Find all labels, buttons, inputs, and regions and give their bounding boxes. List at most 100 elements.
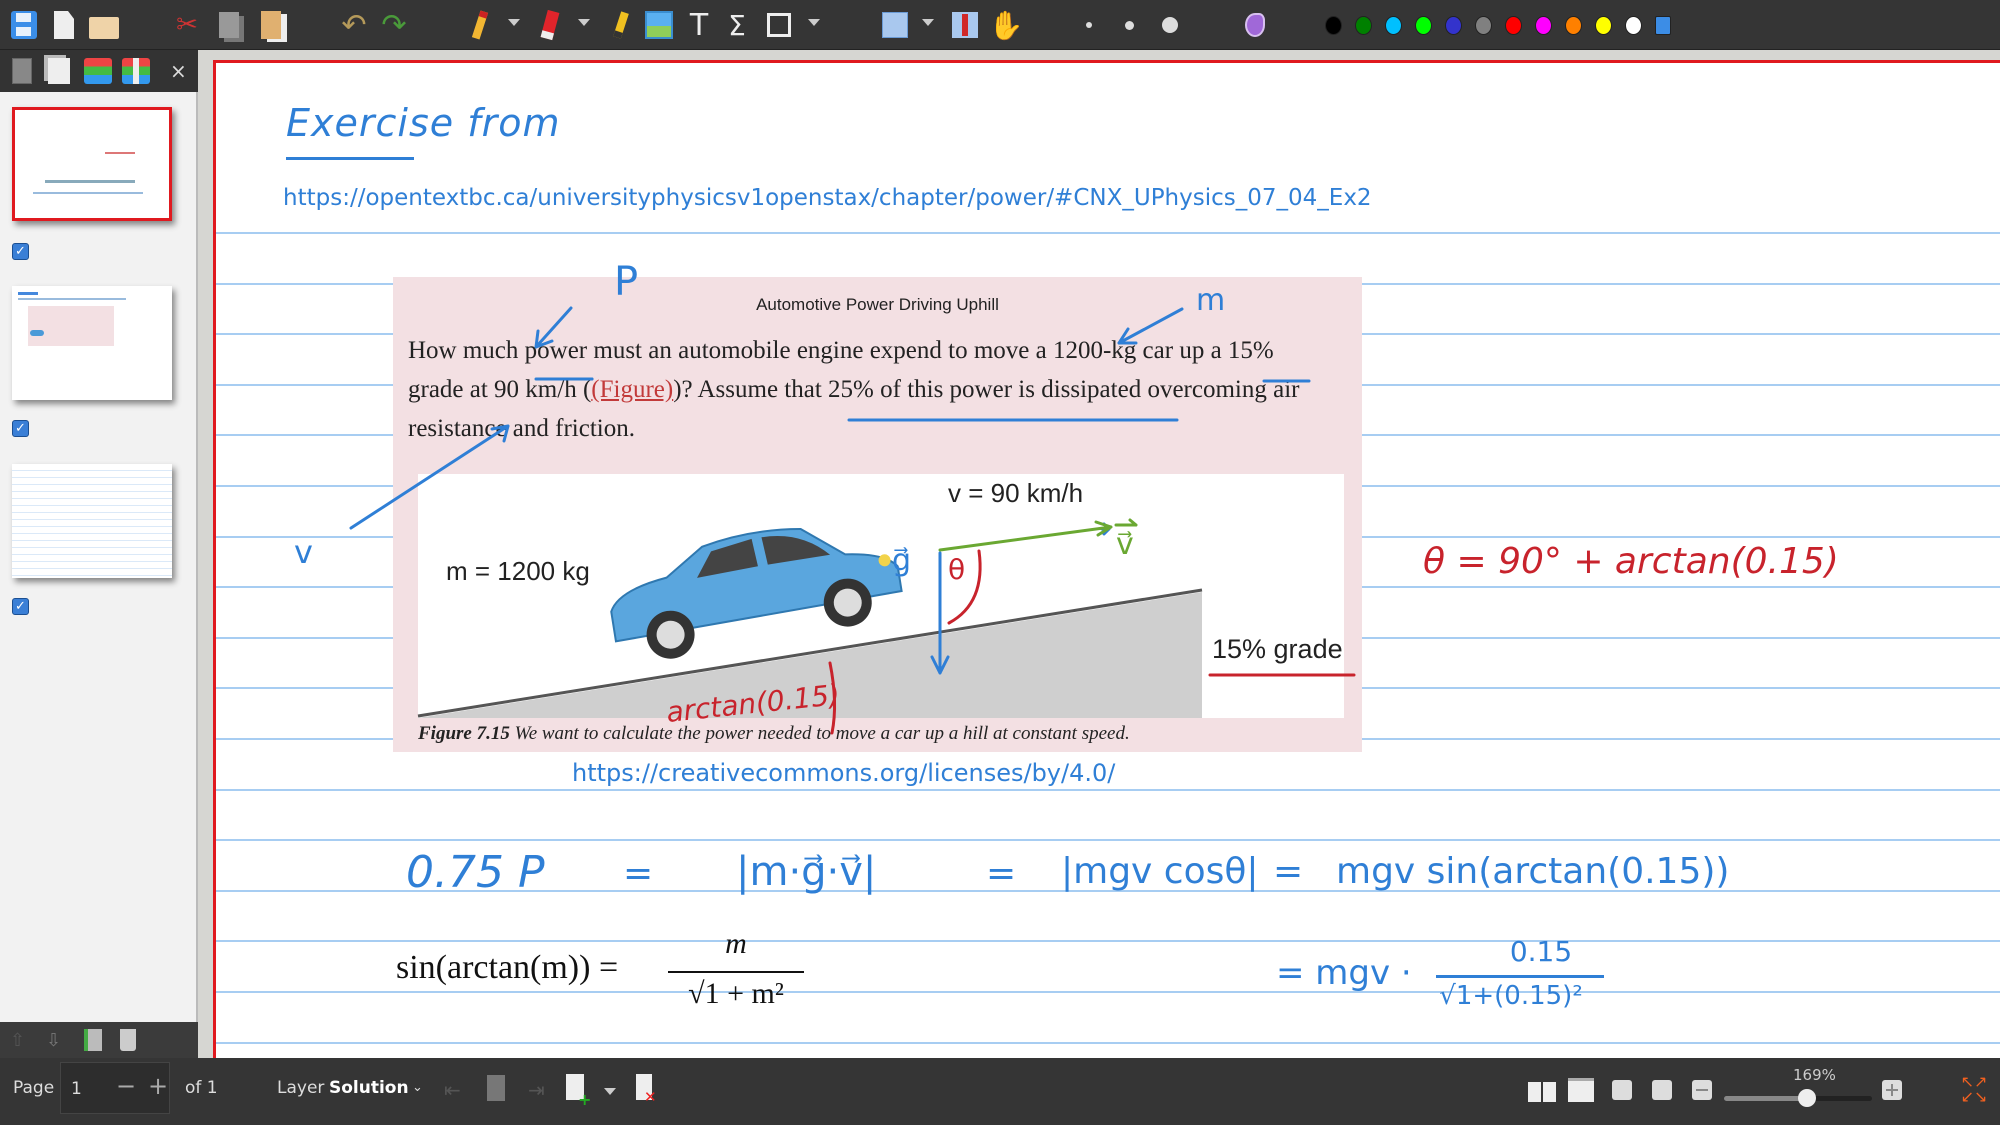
gravity-arrow — [930, 551, 950, 675]
eraser-icon[interactable] — [538, 8, 562, 42]
sidebar-tabs: × — [0, 50, 198, 92]
power-arrow — [534, 306, 573, 349]
hand-icon[interactable]: ✋ — [989, 8, 1024, 42]
move-page-up-icon[interactable]: ⇧ — [10, 1030, 25, 1051]
color-swatch-9[interactable] — [1595, 16, 1612, 35]
fill-icon[interactable] — [1240, 8, 1270, 42]
pen-icon[interactable] — [468, 8, 492, 42]
identity-denominator: √1 + m² — [688, 977, 784, 1010]
pen-size-fine-icon[interactable] — [1086, 22, 1092, 28]
layer-label: Layer — [277, 1078, 325, 1098]
page-thumbnail-1[interactable] — [12, 107, 172, 221]
page-increment-button[interactable]: + — [148, 1072, 168, 1100]
page-width-icon[interactable] — [1612, 1080, 1632, 1100]
eq3-prefix: = mgv · — [1276, 953, 1412, 993]
color-swatch-1[interactable] — [1355, 16, 1372, 35]
layer-first-icon[interactable]: ⇤ — [444, 1078, 466, 1102]
page-2-checkbox[interactable]: ✓ — [12, 420, 29, 437]
copy-icon[interactable] — [214, 8, 244, 42]
new-document-icon[interactable] — [52, 8, 76, 42]
redo-icon[interactable]: ↷ — [376, 8, 412, 43]
highlighter-icon[interactable] — [610, 8, 632, 42]
layer-select[interactable]: Solution — [329, 1078, 409, 1098]
theta-annotation: θ — [948, 553, 966, 586]
page-thumbnail-3[interactable] — [12, 464, 172, 578]
math-icon[interactable]: Σ — [722, 8, 752, 42]
layer-add-icon[interactable] — [122, 58, 150, 84]
duplicate-page-icon[interactable] — [84, 1029, 102, 1051]
color-swatch-5[interactable] — [1475, 16, 1492, 35]
eq1-equals-1: = — [623, 853, 654, 894]
shape-icon[interactable] — [764, 8, 794, 42]
pen-dropdown-icon[interactable] — [508, 19, 520, 26]
add-layer-icon[interactable]: + — [566, 1074, 591, 1109]
zoom-slider[interactable] — [1724, 1089, 1872, 1107]
color-swatch-11[interactable] — [1655, 16, 1671, 35]
page-decrement-button[interactable]: − — [116, 1072, 136, 1100]
mass-arrow — [1117, 307, 1184, 345]
eq1-lhs: 0.75 P — [406, 847, 545, 898]
notebook-page[interactable]: Exercise from https://opentextbc.ca/univ… — [213, 60, 2000, 1060]
cut-icon[interactable]: ✂ — [172, 8, 202, 42]
fit-page-icon[interactable] — [1652, 1080, 1672, 1100]
sidebar-actions: ⇧ ⇩ — [0, 1022, 198, 1058]
zoom-in-button[interactable] — [1882, 1080, 1902, 1100]
layer-dropdown-icon[interactable]: ⌄ — [412, 1080, 423, 1095]
zoom-slider-fill — [1724, 1096, 1807, 1101]
v-arrow-label — [1114, 518, 1138, 527]
shape-dropdown-icon[interactable] — [808, 19, 820, 26]
pages-icon[interactable] — [48, 58, 70, 84]
color-swatch-4[interactable] — [1445, 16, 1462, 35]
add-layer-dropdown-icon[interactable] — [604, 1088, 616, 1095]
select-dropdown-icon[interactable] — [922, 19, 934, 26]
select-rect-icon[interactable] — [880, 8, 910, 42]
text-icon[interactable]: T — [684, 8, 714, 43]
eq1-cos-form: |mgv cosθ| — [1061, 851, 1259, 892]
zoom-level-label: 169% — [1793, 1066, 1836, 1084]
delete-layer-icon[interactable]: ✕ — [636, 1074, 657, 1106]
zoom-out-button[interactable] — [1692, 1080, 1712, 1100]
open-folder-icon[interactable] — [88, 8, 120, 42]
fullscreen-icon[interactable]: ↖↗ ↙↘ — [1958, 1074, 1990, 1106]
page-3-checkbox[interactable]: ✓ — [12, 598, 29, 615]
move-page-down-icon[interactable]: ⇩ — [46, 1030, 61, 1051]
status-bar: Page 1 − + of 1 Layer Solution ⌄ ⇤ ⇥ + ✕… — [0, 1058, 2000, 1125]
color-swatch-7[interactable] — [1535, 16, 1552, 35]
pen-size-thick-icon[interactable] — [1162, 17, 1178, 33]
vertical-space-icon[interactable] — [950, 8, 980, 42]
color-swatch-6[interactable] — [1505, 16, 1522, 35]
eraser-dropdown-icon[interactable] — [578, 19, 590, 26]
eq3-numerator: 0.15 — [1509, 935, 1573, 968]
velocity-vector — [938, 520, 1113, 552]
image-icon[interactable] — [644, 8, 674, 42]
close-sidebar-icon[interactable]: × — [170, 59, 187, 83]
g-vector-annotation: g⃗ — [892, 543, 912, 578]
eq1-dot-product: |m·g⃗·v⃗| — [736, 849, 877, 895]
zoom-slider-thumb[interactable] — [1797, 1089, 1816, 1107]
page-preview-icon[interactable] — [12, 58, 32, 84]
v-vector-annotation: v⃗ — [1116, 527, 1134, 562]
eq1-equals-3: = — [1273, 851, 1304, 892]
paste-icon[interactable] — [256, 8, 286, 42]
color-swatch-10[interactable] — [1625, 16, 1642, 35]
delete-page-icon[interactable] — [120, 1029, 136, 1051]
color-swatch-0[interactable] — [1325, 16, 1342, 35]
layers-icon[interactable] — [84, 58, 112, 84]
presentation-view-icon[interactable] — [1568, 1078, 1594, 1102]
color-swatch-2[interactable] — [1385, 16, 1402, 35]
undo-icon[interactable]: ↶ — [336, 8, 372, 43]
pen-size-medium-icon[interactable] — [1125, 21, 1134, 30]
layer-visibility-icon[interactable] — [487, 1075, 505, 1101]
identity-numerator: m — [725, 927, 747, 960]
two-page-view-icon[interactable] — [1528, 1082, 1556, 1102]
identity-fraction-bar — [668, 971, 804, 973]
color-swatch-3[interactable] — [1415, 16, 1432, 35]
page-1-checkbox[interactable]: ✓ — [12, 243, 29, 260]
eq3-denominator: √1+(0.15)² — [1439, 981, 1583, 1011]
canvas-area: Exercise from https://opentextbc.ca/univ… — [198, 50, 2000, 1060]
save-icon[interactable] — [10, 8, 38, 42]
layer-last-icon[interactable]: ⇥ — [528, 1078, 550, 1102]
color-swatch-8[interactable] — [1565, 16, 1582, 35]
page-thumbnail-2[interactable] — [12, 286, 172, 400]
page-count: of 1 — [185, 1078, 218, 1098]
